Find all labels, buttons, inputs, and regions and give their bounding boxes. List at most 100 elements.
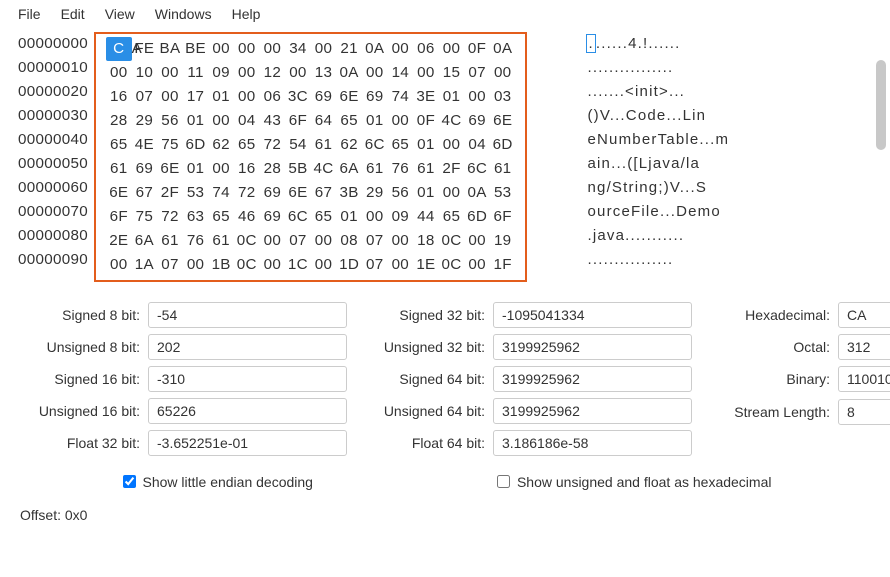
hex-byte[interactable]: 00 (234, 61, 260, 85)
hex-byte[interactable]: 1D (336, 253, 362, 277)
hex-byte[interactable]: 53 (183, 181, 209, 205)
hex-byte[interactable]: 00 (157, 61, 183, 85)
hex-byte[interactable]: 4E (132, 133, 158, 157)
hex-byte[interactable]: 69 (311, 85, 337, 109)
hex-byte[interactable]: 62 (336, 133, 362, 157)
hex-byte[interactable]: 15 (439, 61, 465, 85)
checkbox-endian-label[interactable]: Show little endian decoding (119, 472, 313, 491)
hex-byte[interactable]: 07 (285, 229, 311, 253)
hex-byte[interactable]: 0C (439, 253, 465, 277)
hex-byte[interactable]: 1A (132, 253, 158, 277)
checkbox-hex-label[interactable]: Show unsigned and float as hexadecimal (493, 472, 772, 491)
ascii-row[interactable]: eNumberTable...m (587, 128, 729, 152)
hex-byte[interactable]: 65 (234, 133, 260, 157)
hex-byte[interactable]: 65 (439, 205, 465, 229)
hex-byte[interactable]: 2E (106, 229, 132, 253)
scrollbar[interactable] (876, 60, 886, 150)
input-oct[interactable] (838, 334, 890, 360)
hex-row[interactable]: 6E672F537472696E673B295601000A53 (106, 181, 516, 205)
hex-byte[interactable]: 62 (208, 133, 234, 157)
hex-byte[interactable]: 0F (413, 109, 439, 133)
input-hex[interactable] (838, 302, 890, 328)
input-u16[interactable] (148, 398, 347, 424)
hex-row[interactable]: 160700170100063C696E69743E010003 (106, 85, 516, 109)
hex-byte[interactable]: 00 (311, 37, 337, 61)
input-u8[interactable] (148, 334, 347, 360)
ascii-row[interactable]: ng/String;)V...S (587, 176, 729, 200)
hex-byte[interactable]: 07 (132, 85, 158, 109)
menu-windows[interactable]: Windows (145, 4, 222, 24)
hex-byte[interactable]: 00 (388, 229, 414, 253)
input-bin[interactable] (838, 366, 890, 392)
hex-byte[interactable]: 00 (260, 229, 286, 253)
hex-byte[interactable]: 08 (336, 229, 362, 253)
hex-byte[interactable]: 69 (464, 109, 490, 133)
hex-byte[interactable]: 28 (260, 157, 286, 181)
hex-byte[interactable]: 01 (439, 85, 465, 109)
hex-byte[interactable]: 3E (413, 85, 439, 109)
hex-byte[interactable]: 00 (208, 37, 234, 61)
hex-byte[interactable]: 28 (106, 109, 132, 133)
hex-byte[interactable]: 75 (157, 133, 183, 157)
menu-edit[interactable]: Edit (51, 4, 95, 24)
hex-byte[interactable]: 65 (311, 205, 337, 229)
hex-byte[interactable]: 09 (388, 205, 414, 229)
hex-byte[interactable]: 00 (362, 61, 388, 85)
hex-row[interactable]: 0010001109001200130A001400150700 (106, 61, 516, 85)
hex-byte[interactable]: 6F (285, 109, 311, 133)
menu-view[interactable]: View (95, 4, 145, 24)
hex-byte[interactable]: 00 (183, 253, 209, 277)
hex-byte[interactable]: 00 (388, 253, 414, 277)
hex-byte[interactable]: 65 (336, 109, 362, 133)
hex-byte[interactable]: 00 (439, 37, 465, 61)
hex-byte[interactable]: 00 (234, 37, 260, 61)
ascii-row[interactable]: ain...([Ljava/la (587, 152, 729, 176)
hex-byte[interactable]: 0A (464, 181, 490, 205)
hex-byte[interactable]: 64 (311, 109, 337, 133)
hex-row[interactable]: 61696E010016285B4C6A6176612F6C61 (106, 157, 516, 181)
ascii-column[interactable]: .......4.!.............................<… (587, 32, 729, 282)
hex-row[interactable]: 654E756D6265725461626C650100046D (106, 133, 516, 157)
hex-byte[interactable]: CA (106, 37, 132, 61)
hex-byte[interactable]: BE (183, 37, 209, 61)
hex-byte[interactable]: 00 (157, 85, 183, 109)
hex-byte[interactable]: 4C (311, 157, 337, 181)
hex-byte[interactable]: 00 (439, 133, 465, 157)
hex-byte[interactable]: 04 (234, 109, 260, 133)
hex-byte[interactable]: 07 (157, 253, 183, 277)
input-s8[interactable] (148, 302, 347, 328)
checkbox-endian[interactable] (123, 475, 136, 488)
hex-byte[interactable]: 67 (132, 181, 158, 205)
hex-byte[interactable]: 6D (183, 133, 209, 157)
input-f32[interactable] (148, 430, 347, 456)
input-f64[interactable] (493, 430, 692, 456)
hex-byte[interactable]: 00 (464, 85, 490, 109)
hex-byte[interactable]: 01 (183, 157, 209, 181)
hex-byte[interactable]: 63 (183, 205, 209, 229)
hex-byte[interactable]: 01 (413, 133, 439, 157)
hex-byte[interactable]: 09 (208, 61, 234, 85)
ascii-row[interactable]: .java........... (587, 224, 729, 248)
hex-byte[interactable]: 04 (464, 133, 490, 157)
hex-byte[interactable]: 67 (311, 181, 337, 205)
hex-byte[interactable]: 10 (132, 61, 158, 85)
hex-byte[interactable]: 2F (157, 181, 183, 205)
hex-byte[interactable]: 69 (362, 85, 388, 109)
hex-byte[interactable]: 00 (208, 109, 234, 133)
ascii-row[interactable]: ................ (587, 248, 729, 272)
hex-row[interactable]: 6F7572636546696C6501000944656D6F (106, 205, 516, 229)
ascii-row[interactable]: ourceFile...Demo (587, 200, 729, 224)
hex-byte[interactable]: 46 (234, 205, 260, 229)
hex-byte[interactable]: 6E (157, 157, 183, 181)
hex-byte[interactable]: 16 (106, 85, 132, 109)
input-s16[interactable] (148, 366, 347, 392)
hex-byte[interactable]: 34 (285, 37, 311, 61)
hex-data[interactable]: CAFEBABE0000003400210A0006000F0A00100011… (94, 32, 528, 282)
hex-byte[interactable]: 07 (362, 253, 388, 277)
hex-byte[interactable]: 00 (311, 229, 337, 253)
hex-byte[interactable]: 0A (336, 61, 362, 85)
hex-byte[interactable]: 16 (234, 157, 260, 181)
hex-byte[interactable]: 00 (413, 61, 439, 85)
hex-byte[interactable]: 0C (439, 229, 465, 253)
hex-byte[interactable]: 61 (106, 157, 132, 181)
